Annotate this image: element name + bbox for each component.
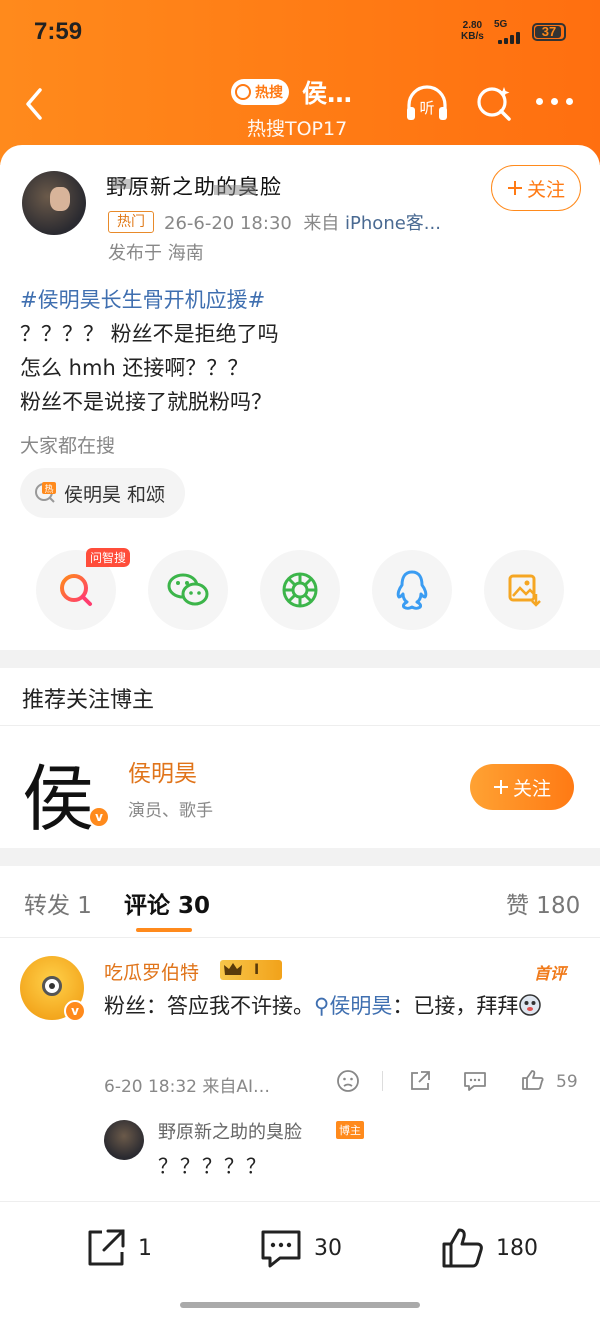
comment-like-count: 59 bbox=[556, 1072, 578, 1092]
hot-search-icon: 热 bbox=[35, 482, 56, 503]
qq-share-button[interactable] bbox=[372, 550, 452, 630]
name-blur bbox=[214, 185, 256, 195]
plus-icon bbox=[493, 780, 508, 794]
blogger-name[interactable]: 侯明昊 bbox=[128, 754, 197, 788]
nav-bar: 热搜 侯… 热搜TOP17 听 bbox=[0, 66, 600, 146]
source-device[interactable]: iPhone客... bbox=[345, 213, 441, 234]
status-bar: 7:59 2.80 KB/s 5G 37 bbox=[0, 0, 600, 66]
tab-indicator bbox=[136, 928, 192, 932]
share-icon bbox=[88, 1229, 125, 1266]
verified-icon: v bbox=[64, 1000, 86, 1022]
blogger-avatar[interactable]: 侯 v bbox=[22, 746, 112, 841]
like-button[interactable]: 180 bbox=[440, 1224, 538, 1272]
comment-button[interactable]: 30 bbox=[258, 1224, 342, 1272]
comment-icon bbox=[261, 1230, 301, 1268]
author-avatar[interactable] bbox=[22, 171, 86, 235]
search-icon bbox=[235, 84, 251, 100]
wechat-share-button[interactable] bbox=[148, 550, 228, 630]
ai-search-share-button[interactable]: 问智搜 bbox=[36, 548, 131, 630]
follow-button[interactable]: 关注 bbox=[491, 165, 581, 211]
comment-actions bbox=[334, 1066, 582, 1096]
share-icon[interactable] bbox=[408, 1069, 432, 1093]
post-meta: 26-6-20 18:30 来自 iPhone客... bbox=[164, 213, 441, 234]
network-speed: 2.80 KB/s bbox=[461, 20, 484, 42]
moments-icon bbox=[282, 572, 318, 608]
repost-button[interactable]: 1 bbox=[84, 1224, 152, 1272]
tab-repost[interactable]: 转发 1 bbox=[24, 886, 92, 920]
ai-search-icon bbox=[60, 574, 92, 606]
commenter-name[interactable]: 吃瓜罗伯特 bbox=[104, 958, 199, 985]
mention-link[interactable]: ⚲侯明昊 bbox=[314, 994, 392, 1018]
topic-link[interactable]: #侯明昊长生骨开机应援# bbox=[20, 283, 580, 317]
moments-share-button[interactable] bbox=[260, 550, 340, 630]
ai-search-badge: 问智搜 bbox=[86, 548, 131, 567]
battery-level: 37 bbox=[541, 24, 557, 39]
battery-icon: 37 bbox=[532, 23, 566, 41]
comment-section: 转发 1 评论 30 赞 180 v 吃瓜罗伯特 I 首评 粉丝：答应我不许接。… bbox=[0, 866, 600, 1201]
like-icon[interactable] bbox=[520, 1068, 546, 1092]
reply-icon[interactable] bbox=[462, 1069, 488, 1093]
post-content: #侯明昊长生骨开机应援# ？？？？ 粉丝不是拒绝了吗 怎么 hmh 还接啊？？？… bbox=[20, 283, 580, 419]
post-card: 野原新之助的臭脸 热门 26-6-20 18:30 来自 iPhone客... … bbox=[0, 145, 600, 650]
ai-search-icon[interactable] bbox=[474, 83, 514, 123]
svg-text:热: 热 bbox=[44, 483, 53, 495]
save-image-button[interactable] bbox=[484, 550, 564, 630]
home-indicator[interactable] bbox=[180, 1302, 420, 1308]
verified-icon: v bbox=[88, 806, 110, 828]
dislike-face-icon[interactable] bbox=[336, 1069, 360, 1093]
hot-badge: 热门 bbox=[108, 211, 154, 233]
sticker-emoji-icon bbox=[519, 994, 542, 1016]
comment-meta: 6-20 18:32 来自AI… bbox=[104, 1077, 271, 1097]
post-line: 粉丝不是说接了就脱粉吗？ bbox=[20, 390, 272, 414]
divider bbox=[0, 725, 600, 726]
name-blur bbox=[112, 179, 132, 189]
headphones-icon[interactable]: 听 bbox=[404, 83, 450, 123]
tab-comments[interactable]: 评论 30 bbox=[124, 886, 210, 920]
crown-icon bbox=[224, 963, 242, 975]
qq-icon bbox=[396, 570, 428, 610]
post-line: 怎么 hmh 还接啊？？？ bbox=[20, 356, 249, 380]
author-badge: 博主 bbox=[336, 1121, 364, 1139]
reply-item[interactable]: 野原新之助的臭脸 博主 ？？？？？ bbox=[104, 1118, 580, 1198]
level-badge: I bbox=[220, 960, 282, 980]
more-icon[interactable] bbox=[536, 96, 574, 108]
page-title: 侯… bbox=[302, 79, 353, 108]
trending-search-label: 大家都在搜 bbox=[20, 435, 116, 457]
recommended-bloggers: 推荐关注博主 侯 v 侯明昊 演员、歌手 关注 bbox=[0, 668, 600, 848]
blogger-follow-button[interactable]: 关注 bbox=[470, 764, 574, 810]
post-location: 发布于 海南 bbox=[108, 243, 204, 264]
section-title: 推荐关注博主 bbox=[22, 688, 155, 713]
plus-icon bbox=[507, 181, 522, 195]
divider bbox=[0, 937, 600, 938]
wechat-icon bbox=[167, 573, 209, 606]
trending-search-chip[interactable]: 热 侯明昊 和颂 bbox=[20, 468, 186, 518]
top-header: 7:59 2.80 KB/s 5G 37 热搜 侯… 热搜TOP17 听 bbox=[0, 0, 600, 165]
reply-text: ？？？？？ bbox=[158, 1154, 268, 1178]
share-row: 问智搜 bbox=[0, 548, 600, 640]
hot-search-tag[interactable]: 热搜 bbox=[231, 79, 289, 105]
post-line: ？？？？ 粉丝不是拒绝了吗 bbox=[20, 322, 279, 346]
reply-author-name[interactable]: 野原新之助的臭脸 bbox=[158, 1118, 302, 1144]
blogger-desc: 演员、歌手 bbox=[128, 801, 213, 821]
image-download-icon bbox=[508, 574, 541, 607]
bottom-action-bar: 1 30 180 bbox=[0, 1201, 600, 1320]
reply-avatar[interactable] bbox=[104, 1120, 144, 1160]
listen-label: 听 bbox=[419, 99, 434, 117]
signal-icon bbox=[498, 32, 526, 44]
status-time: 7:59 bbox=[34, 18, 83, 45]
tab-likes[interactable]: 赞 180 bbox=[506, 886, 580, 920]
commenter-avatar[interactable]: v bbox=[20, 956, 86, 1022]
network-type: 5G bbox=[494, 19, 508, 30]
back-arrow-icon[interactable] bbox=[20, 84, 50, 124]
like-icon bbox=[442, 1228, 483, 1268]
comment-text: 粉丝：答应我不许接。⚲侯明昊：已接，拜拜 bbox=[104, 990, 574, 1022]
first-comment-tag: 首评 bbox=[534, 964, 567, 983]
